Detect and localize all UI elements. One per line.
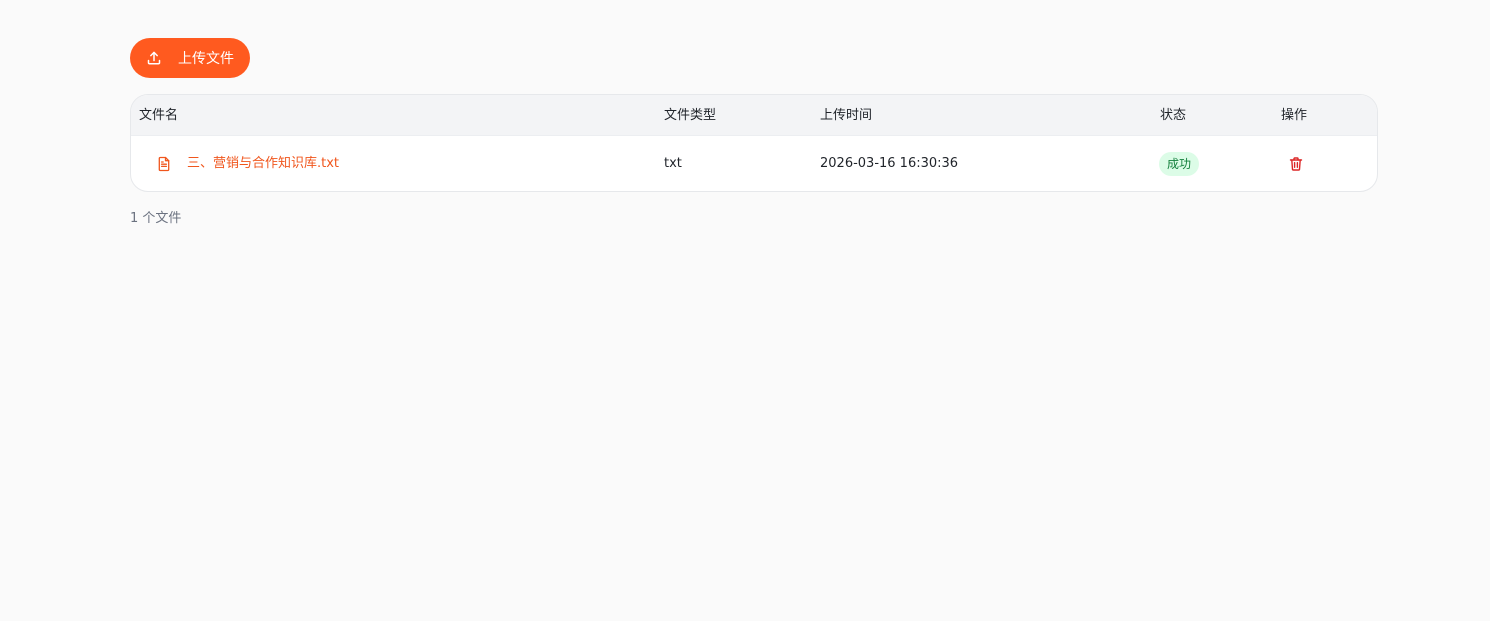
column-header-name: 文件名 — [139, 108, 179, 123]
column-header-status: 状态 — [1160, 108, 1187, 123]
column-header-type: 文件类型 — [664, 108, 717, 123]
file-text-icon — [156, 156, 172, 172]
file-type-cell: txt — [664, 156, 682, 171]
file-manager-page: 上传文件 文件名 文件类型 上传时间 状态 操作 三、营销与合作知识库.txt … — [0, 0, 1490, 621]
column-header-upload-time: 上传时间 — [820, 108, 873, 123]
column-header-actions: 操作 — [1281, 108, 1308, 123]
delete-file-button[interactable] — [1288, 156, 1304, 172]
upload-file-label: 上传文件 — [178, 51, 234, 67]
file-name-link[interactable]: 三、营销与合作知识库.txt — [187, 155, 339, 173]
upload-file-button[interactable]: 上传文件 — [130, 38, 250, 78]
file-table: 文件名 文件类型 上传时间 状态 操作 三、营销与合作知识库.txt txt 2… — [130, 94, 1378, 192]
file-count: 1 个文件 — [130, 211, 182, 226]
status-badge: 成功 — [1159, 152, 1200, 176]
table-header: 文件名 文件类型 上传时间 状态 操作 — [131, 95, 1377, 136]
upload-icon — [146, 50, 162, 66]
upload-time-cell: 2026-03-16 16:30:36 — [820, 156, 959, 171]
table-row: 三、营销与合作知识库.txt txt 2026-03-16 16:30:36 成… — [131, 136, 1377, 191]
trash-icon — [1289, 157, 1303, 171]
